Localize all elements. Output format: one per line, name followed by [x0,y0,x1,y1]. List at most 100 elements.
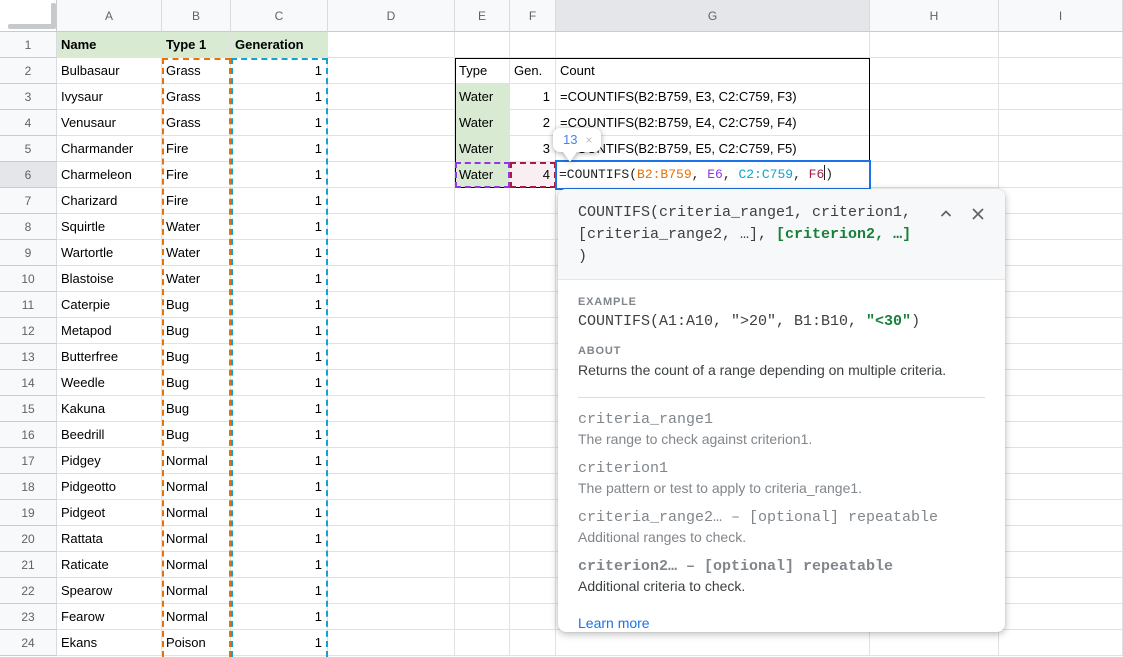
column-header-F[interactable]: F [510,0,556,32]
cell-E23[interactable] [455,604,510,630]
cell-C23[interactable]: 1 [231,604,328,630]
cell-I15[interactable] [999,396,1123,422]
cell-D12[interactable] [328,318,455,344]
cell-E18[interactable] [455,474,510,500]
cell-A18[interactable]: Pidgeotto [57,474,162,500]
column-header-G[interactable]: G [556,0,870,32]
cell-D5[interactable] [328,136,455,162]
cell-F22[interactable] [510,578,556,604]
cell-D14[interactable] [328,370,455,396]
cell-D3[interactable] [328,84,455,110]
cell-F11[interactable] [510,292,556,318]
cell-F14[interactable] [510,370,556,396]
cell-F15[interactable] [510,396,556,422]
cell-F18[interactable] [510,474,556,500]
cell-D21[interactable] [328,552,455,578]
cell-H3[interactable] [870,84,999,110]
row-header-22[interactable]: 22 [0,578,57,604]
cell-E12[interactable] [455,318,510,344]
column-header-E[interactable]: E [455,0,510,32]
cell-A22[interactable]: Spearow [57,578,162,604]
cell-C14[interactable]: 1 [231,370,328,396]
cell-G5[interactable]: =COUNTIFS(B2:B759, E5, C2:C759, F5) [556,136,870,162]
row-header-21[interactable]: 21 [0,552,57,578]
cell-F4[interactable]: 2 [510,110,556,136]
cell-B19[interactable]: Normal [162,500,231,526]
cell-G24[interactable] [556,630,870,656]
cell-C11[interactable]: 1 [231,292,328,318]
cell-I3[interactable] [999,84,1123,110]
row-header-2[interactable]: 2 [0,58,57,84]
row-header-24[interactable]: 24 [0,630,57,656]
cell-E20[interactable] [455,526,510,552]
cell-B10[interactable]: Water [162,266,231,292]
cell-D4[interactable] [328,110,455,136]
cell-F8[interactable] [510,214,556,240]
cell-I11[interactable] [999,292,1123,318]
cell-E4[interactable]: Water [455,110,510,136]
cell-E10[interactable] [455,266,510,292]
cell-C6[interactable]: 1 [231,162,328,188]
cell-I10[interactable] [999,266,1123,292]
cell-I21[interactable] [999,552,1123,578]
row-header-19[interactable]: 19 [0,500,57,526]
cell-F23[interactable] [510,604,556,630]
cell-D13[interactable] [328,344,455,370]
cell-B3[interactable]: Grass [162,84,231,110]
cell-D8[interactable] [328,214,455,240]
row-header-15[interactable]: 15 [0,396,57,422]
cell-F17[interactable] [510,448,556,474]
cell-C1[interactable]: Generation [231,32,328,58]
cell-A1[interactable]: Name [57,32,162,58]
cell-B4[interactable]: Grass [162,110,231,136]
cell-D15[interactable] [328,396,455,422]
cell-F7[interactable] [510,188,556,214]
cell-B11[interactable]: Bug [162,292,231,318]
cell-A3[interactable]: Ivysaur [57,84,162,110]
cell-I13[interactable] [999,344,1123,370]
cell-A2[interactable]: Bulbasaur [57,58,162,84]
cell-I22[interactable] [999,578,1123,604]
cell-B23[interactable]: Normal [162,604,231,630]
cell-I17[interactable] [999,448,1123,474]
cell-E24[interactable] [455,630,510,656]
row-header-20[interactable]: 20 [0,526,57,552]
cell-E11[interactable] [455,292,510,318]
cell-C5[interactable]: 1 [231,136,328,162]
cell-F10[interactable] [510,266,556,292]
cell-B5[interactable]: Fire [162,136,231,162]
cell-C4[interactable]: 1 [231,110,328,136]
cell-F19[interactable] [510,500,556,526]
cell-B14[interactable]: Bug [162,370,231,396]
cell-A14[interactable]: Weedle [57,370,162,396]
cell-C19[interactable]: 1 [231,500,328,526]
cell-A9[interactable]: Wartortle [57,240,162,266]
cell-C13[interactable]: 1 [231,344,328,370]
cell-A17[interactable]: Pidgey [57,448,162,474]
cell-B13[interactable]: Bug [162,344,231,370]
cell-B15[interactable]: Bug [162,396,231,422]
row-header-17[interactable]: 17 [0,448,57,474]
cell-B20[interactable]: Normal [162,526,231,552]
cell-B18[interactable]: Normal [162,474,231,500]
row-header-11[interactable]: 11 [0,292,57,318]
cell-C3[interactable]: 1 [231,84,328,110]
cell-G2[interactable]: Count [556,58,870,84]
cell-E9[interactable] [455,240,510,266]
cell-E2[interactable]: Type [455,58,510,84]
cell-A10[interactable]: Blastoise [57,266,162,292]
row-header-23[interactable]: 23 [0,604,57,630]
column-header-I[interactable]: I [999,0,1123,32]
collapse-icon[interactable] [937,205,955,223]
cell-C21[interactable]: 1 [231,552,328,578]
cell-A11[interactable]: Caterpie [57,292,162,318]
cell-E14[interactable] [455,370,510,396]
row-header-8[interactable]: 8 [0,214,57,240]
cell-I24[interactable] [999,630,1123,656]
cell-C10[interactable]: 1 [231,266,328,292]
cell-B22[interactable]: Normal [162,578,231,604]
cell-D23[interactable] [328,604,455,630]
cell-E17[interactable] [455,448,510,474]
column-header-C[interactable]: C [231,0,328,32]
cell-E13[interactable] [455,344,510,370]
